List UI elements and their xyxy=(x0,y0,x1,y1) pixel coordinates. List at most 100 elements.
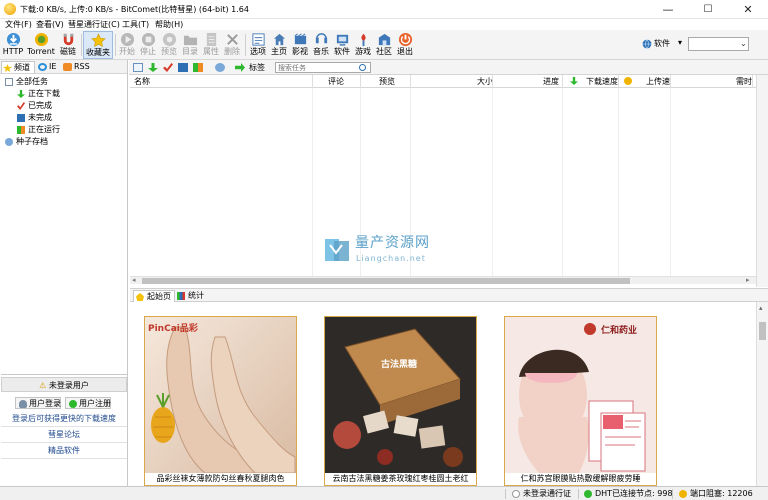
exit-button[interactable]: 退出 xyxy=(396,31,414,59)
home-icon xyxy=(273,33,285,46)
delete-icon xyxy=(226,34,238,45)
tab-ie[interactable]: IE xyxy=(37,61,61,73)
community-button[interactable]: 社区 xyxy=(375,31,393,59)
tab-start-page[interactable]: 起始页 xyxy=(133,290,175,302)
tree-item-downloading[interactable]: 正在下载 xyxy=(17,88,60,99)
home-button[interactable]: 主页 xyxy=(270,31,288,59)
filter-downloading-icon[interactable] xyxy=(148,63,158,72)
faster-download-link[interactable]: 登录后可获得更快的下载速度 xyxy=(1,411,127,427)
grid-line xyxy=(562,88,563,276)
search-icon[interactable] xyxy=(359,64,366,71)
toolbar-separator xyxy=(81,34,82,56)
column-separator[interactable] xyxy=(410,75,411,88)
properties-button[interactable]: 属性 xyxy=(202,31,220,59)
search-combo[interactable]: ⌄ xyxy=(688,37,749,51)
torrent-button[interactable]: Torrent xyxy=(26,31,56,59)
column-download-speed[interactable]: 下载速度 xyxy=(586,75,618,88)
menu-file[interactable]: 文件(F) xyxy=(5,19,32,30)
status-passport[interactable]: 未登录通行证 xyxy=(510,488,571,500)
filter-running-icon[interactable] xyxy=(193,63,203,72)
maximize-button[interactable]: ☐ xyxy=(688,0,728,19)
ad-title: 品彩丝袜女薄款防勾丝春秋夏腿肉色 xyxy=(145,473,296,485)
tab-statistics[interactable]: 统计 xyxy=(175,290,209,302)
start-button[interactable]: 开始 xyxy=(118,31,136,59)
column-separator[interactable] xyxy=(752,75,753,88)
music-button[interactable]: 音乐 xyxy=(312,31,330,59)
delete-button[interactable]: 删除 xyxy=(223,31,241,59)
tag-button[interactable]: 标签 xyxy=(249,62,265,73)
bitcomet-logo-icon xyxy=(4,3,16,15)
column-preview[interactable]: 预览 xyxy=(379,75,395,88)
video-icon xyxy=(294,33,306,45)
minimize-button[interactable]: — xyxy=(648,0,688,19)
column-separator[interactable] xyxy=(360,75,361,88)
column-progress[interactable]: 进度 xyxy=(543,75,559,88)
column-size[interactable]: 大小 xyxy=(477,75,493,88)
task-search-input[interactable] xyxy=(275,62,371,73)
software-button[interactable]: 软件 xyxy=(333,31,351,59)
horizontal-scroll-thumb[interactable] xyxy=(142,278,630,284)
magnet-button[interactable]: 磁链 xyxy=(58,31,78,59)
http-button[interactable]: HTTP xyxy=(2,31,24,59)
ad-brand: PinCai品彩 xyxy=(148,324,198,334)
rss-icon xyxy=(63,63,72,71)
column-separator[interactable] xyxy=(670,75,671,88)
folder-button[interactable]: 目录 xyxy=(181,31,199,59)
video-button[interactable]: 影视 xyxy=(291,31,309,59)
scroll-up-icon[interactable]: ▴ xyxy=(759,304,763,312)
scroll-right-icon[interactable]: ▸ xyxy=(746,276,750,284)
select-all-icon[interactable] xyxy=(133,63,143,72)
menu-passport[interactable]: 彗星通行证(C) xyxy=(68,19,120,30)
game-button[interactable]: 游戏 xyxy=(354,31,372,59)
ad-card[interactable]: PinCai品彩 品彩丝袜女薄款防勾丝春秋夏腿肉色 xyxy=(144,316,297,486)
stop-button[interactable]: 停止 xyxy=(139,31,157,59)
stats-icon xyxy=(177,292,185,300)
combo-arrow-icon[interactable]: ⌄ xyxy=(740,39,747,48)
star-icon xyxy=(3,64,12,72)
column-upload-speed[interactable]: 上传速 xyxy=(646,75,670,88)
tree-item-completed[interactable]: 已完成 xyxy=(17,100,52,111)
filter-incomplete-icon[interactable] xyxy=(178,63,188,72)
preview-button[interactable]: 预览 xyxy=(160,31,178,59)
column-separator[interactable] xyxy=(618,75,619,88)
vertical-scroll-thumb[interactable] xyxy=(759,322,766,340)
archive-filter-icon[interactable] xyxy=(215,63,225,72)
tab-rss[interactable]: RSS xyxy=(62,61,92,73)
column-separator[interactable] xyxy=(312,75,313,88)
tab-channels[interactable]: 频道 xyxy=(1,61,35,73)
column-time-left[interactable]: 需时 xyxy=(736,75,752,88)
forum-link[interactable]: 彗星论坛 xyxy=(1,427,127,443)
status-bar: 未登录通行证 DHT已连接节点: 998 端口阻塞: 12206 xyxy=(0,486,768,500)
download-speed-icon xyxy=(570,77,578,85)
category-dropdown-arrow-icon[interactable]: ▾ xyxy=(678,38,682,48)
tree-item-torrent-archive[interactable]: 种子存档 xyxy=(5,136,48,147)
ad-card[interactable]: 仁和药业 仁和苏宫眼膜贴热敷缓解眼疲劳睡 xyxy=(504,316,657,486)
software-link[interactable]: 精品软件 xyxy=(1,443,127,459)
menu-view[interactable]: 查看(V) xyxy=(36,19,64,30)
register-button[interactable]: 用户注册 xyxy=(65,397,111,409)
menu-help[interactable]: 帮助(H) xyxy=(155,19,183,30)
options-button[interactable]: 选项 xyxy=(249,31,267,59)
column-separator[interactable] xyxy=(492,75,493,88)
tree-item-all-tasks[interactable]: 全部任务 xyxy=(5,76,48,87)
start-page-vertical-scrollbar[interactable]: ▴ xyxy=(756,302,768,486)
column-name[interactable]: 名称 xyxy=(134,75,150,88)
tree-item-incomplete[interactable]: 未完成 xyxy=(17,112,52,123)
column-separator[interactable] xyxy=(562,75,563,88)
menu-tools[interactable]: 工具(T) xyxy=(122,19,149,30)
scroll-left-icon[interactable]: ◂ xyxy=(132,276,136,284)
status-port[interactable]: 端口阻塞: 12206 xyxy=(677,488,753,500)
filter-completed-icon[interactable] xyxy=(163,63,173,72)
ie-icon xyxy=(38,63,47,71)
music-icon xyxy=(315,33,327,44)
tree-item-running[interactable]: 正在运行 xyxy=(17,124,60,135)
ad-card[interactable]: 古法黑糖 云南古法黑糖姜茶玫瑰红枣桂圆土老红 xyxy=(324,316,477,486)
close-button[interactable]: ✕ xyxy=(728,0,768,19)
login-button[interactable]: 用户登录 xyxy=(15,397,61,409)
category-dropdown-label[interactable]: 软件 xyxy=(654,39,670,49)
horizontal-scrollbar[interactable]: ◂ ▸ xyxy=(130,276,756,284)
favorites-button[interactable]: 收藏夹 xyxy=(83,31,113,59)
column-comment[interactable]: 评论 xyxy=(328,75,344,88)
task-list-vertical-scrollbar[interactable] xyxy=(756,75,768,287)
status-separator xyxy=(672,489,673,499)
